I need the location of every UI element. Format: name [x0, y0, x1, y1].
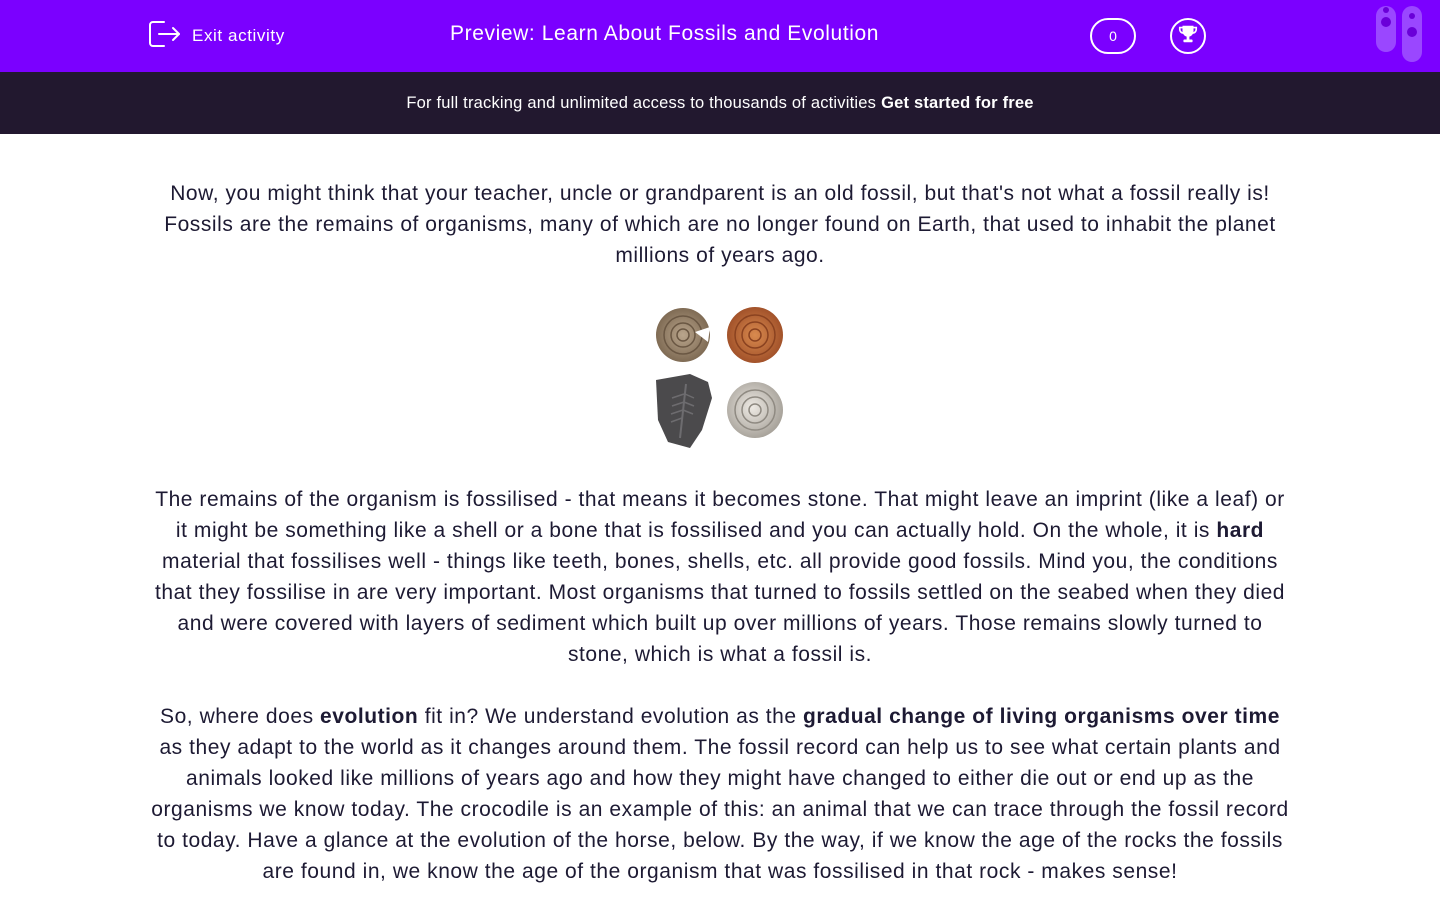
evolution-text-a: So, where does	[160, 705, 321, 728]
hard-keyword: hard	[1216, 519, 1265, 542]
intro-paragraph: Now, you might think that your teacher, …	[164, 182, 1276, 267]
fossilisation-text-a: The remains of the organism is fossilise…	[155, 488, 1285, 542]
evolution-text-c: as they adapt to the world as it changes…	[151, 736, 1289, 883]
page-title: Preview: Learn About Fossils and Evoluti…	[450, 22, 880, 45]
trophy-icon	[1177, 23, 1199, 50]
get-started-link[interactable]: Get started for free	[881, 94, 1034, 113]
fossils-image	[656, 307, 783, 448]
top-bar: Exit activity Preview: Learn About Fossi…	[0, 0, 1440, 72]
evolution-keyword: evolution	[320, 705, 419, 728]
lesson-content: Now, you might think that your teacher, …	[150, 178, 1290, 918]
exit-icon	[148, 19, 182, 54]
exit-activity-label: Exit activity	[192, 26, 285, 45]
trophy-button[interactable]	[1170, 18, 1206, 54]
evolution-definition: gradual change of living organisms over …	[802, 705, 1280, 728]
brand-logo	[1374, 6, 1424, 64]
promo-text: For full tracking and unlimited access t…	[406, 93, 877, 112]
exit-activity-button[interactable]: Exit activity	[148, 20, 285, 52]
evolution-paragraph: So, where does evolution fit in? We unde…	[150, 701, 1290, 887]
fossilisation-text-b: material that fossilises well - things l…	[154, 550, 1286, 666]
evolution-text-b: fit in? We understand evolution as the	[418, 705, 803, 728]
fossilisation-paragraph: The remains of the organism is fossilise…	[150, 484, 1290, 670]
promo-banner: For full tracking and unlimited access t…	[0, 72, 1440, 134]
score-counter: 0	[1090, 18, 1136, 54]
